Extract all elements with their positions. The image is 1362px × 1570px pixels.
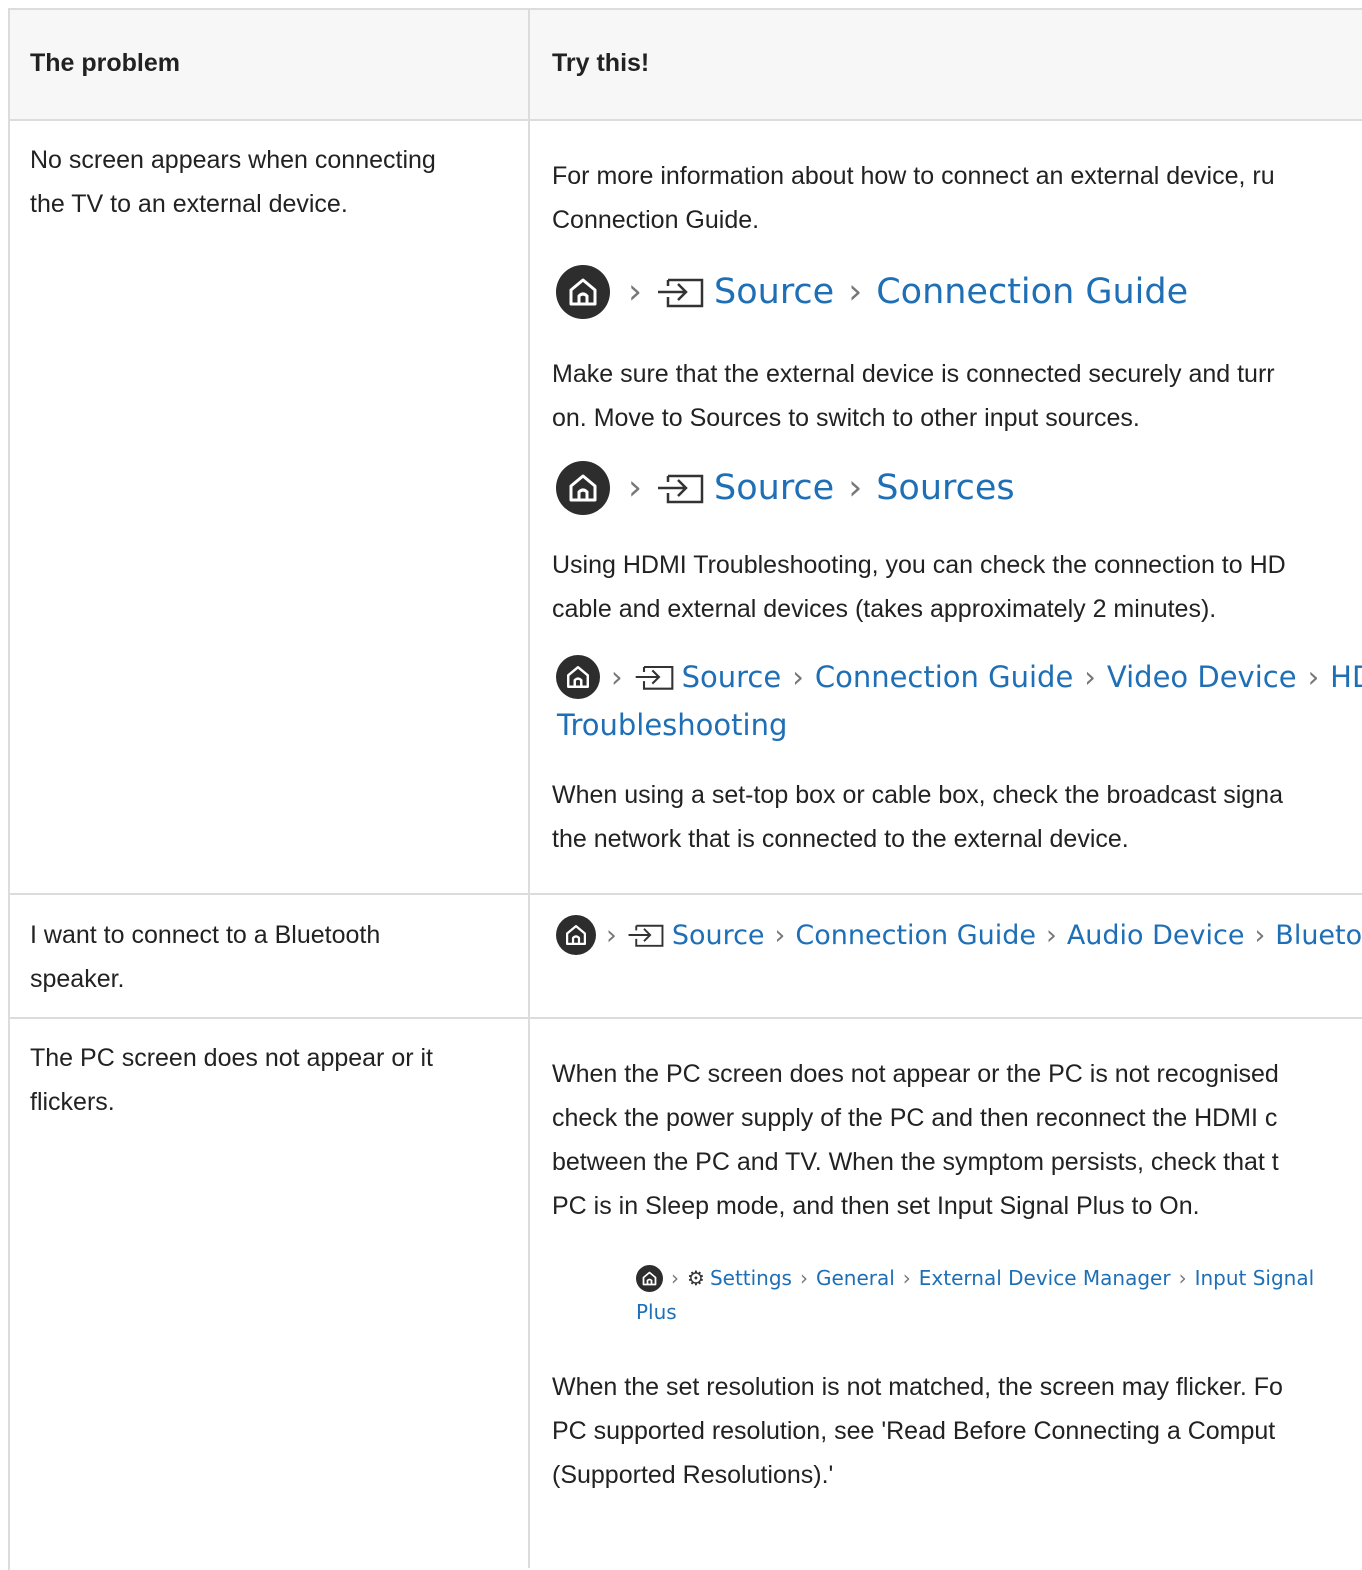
- source-icon: [635, 665, 673, 690]
- menu-path-continued: Plus: [636, 1298, 677, 1326]
- menu-link-connection-guide[interactable]: Connection Guide: [815, 660, 1073, 694]
- menu-path: › Source › Connection Guide › Video Devi…: [556, 655, 1362, 699]
- chevron-right-icon: ›: [611, 660, 623, 694]
- menu-link-source[interactable]: Source: [714, 468, 834, 508]
- menu-link-connection-guide[interactable]: Connection Guide: [795, 920, 1036, 951]
- solution-text: When the PC screen does not appear or th…: [552, 1060, 1279, 1220]
- chevron-right-icon: ›: [1084, 660, 1096, 694]
- chevron-right-icon: ›: [1178, 1266, 1187, 1290]
- problem-no-screen: No screen appears when connecting the TV…: [30, 146, 436, 218]
- chevron-right-icon: ›: [902, 1266, 911, 1290]
- menu-link-video-device[interactable]: Video Device: [1107, 660, 1297, 694]
- menu-link-connection-guide[interactable]: Connection Guide: [876, 272, 1188, 312]
- solution-text: When using a set-top box or cable box, c…: [552, 781, 1283, 853]
- chevron-right-icon: ›: [1307, 660, 1320, 694]
- menu-link-hdmi[interactable]: HDI: [1330, 660, 1362, 694]
- chevron-right-icon: ›: [848, 468, 863, 508]
- menu-link-troubleshooting[interactable]: Troubleshooting: [557, 708, 787, 742]
- solution-text: For more information about how to connec…: [552, 162, 1275, 234]
- home-icon: [556, 915, 596, 955]
- chevron-right-icon: ›: [1254, 919, 1266, 951]
- chevron-right-icon: ›: [671, 1266, 679, 1290]
- chevron-right-icon: ›: [774, 919, 786, 951]
- column-divider: [528, 8, 530, 1568]
- menu-path: › Source › Connection Guide: [556, 265, 1188, 319]
- solution-text: When the set resolution is not matched, …: [552, 1373, 1283, 1489]
- home-icon: [556, 461, 610, 515]
- solution-text: Using HDMI Troubleshooting, you can chec…: [552, 551, 1286, 623]
- menu-link-input-signal[interactable]: Input Signal: [1195, 1266, 1315, 1290]
- menu-link-general[interactable]: General: [816, 1266, 895, 1290]
- chevron-right-icon: ›: [606, 919, 617, 951]
- row-divider: [8, 1017, 1362, 1019]
- row-divider: [8, 119, 1362, 121]
- menu-link-sources[interactable]: Sources: [876, 468, 1014, 508]
- source-icon: [658, 278, 704, 308]
- menu-link-source[interactable]: Source: [714, 272, 834, 312]
- chevron-right-icon: ›: [848, 272, 863, 312]
- home-icon: [556, 265, 610, 319]
- menu-link-bluetooth[interactable]: Bluetoo: [1275, 920, 1362, 951]
- source-icon: [628, 924, 664, 947]
- menu-link-source[interactable]: Source: [682, 660, 782, 694]
- solution-text: Make sure that the external device is co…: [552, 360, 1275, 432]
- problem-pc-screen: The PC screen does not appear or it flic…: [30, 1044, 434, 1116]
- chevron-right-icon: ›: [792, 660, 804, 694]
- chevron-right-icon: ›: [628, 272, 642, 312]
- menu-path-continued: Troubleshooting: [557, 705, 787, 745]
- menu-link-external-device-manager[interactable]: External Device Manager: [919, 1266, 1171, 1290]
- chevron-right-icon: ›: [799, 1266, 808, 1290]
- menu-path: › ⚙ Settings › General › External Device…: [636, 1264, 1314, 1292]
- home-icon: [636, 1264, 663, 1292]
- menu-path: › Source › Connection Guide › Audio Devi…: [556, 915, 1362, 955]
- menu-link-settings[interactable]: Settings: [710, 1266, 792, 1290]
- menu-link-plus[interactable]: Plus: [636, 1300, 677, 1324]
- chevron-right-icon: ›: [628, 468, 642, 508]
- row-divider: [8, 893, 1362, 895]
- problem-bluetooth: I want to connect to a Bluetooth speaker…: [30, 921, 381, 993]
- header-problem: The problem: [30, 49, 181, 77]
- home-icon: [556, 655, 600, 699]
- gear-icon: ⚙: [687, 1266, 705, 1290]
- header-try-this: Try this!: [552, 49, 650, 77]
- menu-link-source[interactable]: Source: [672, 920, 765, 951]
- menu-path: › Source › Sources: [556, 461, 1015, 515]
- source-icon: [658, 474, 704, 504]
- menu-link-audio-device[interactable]: Audio Device: [1067, 920, 1245, 951]
- chevron-right-icon: ›: [1046, 919, 1057, 951]
